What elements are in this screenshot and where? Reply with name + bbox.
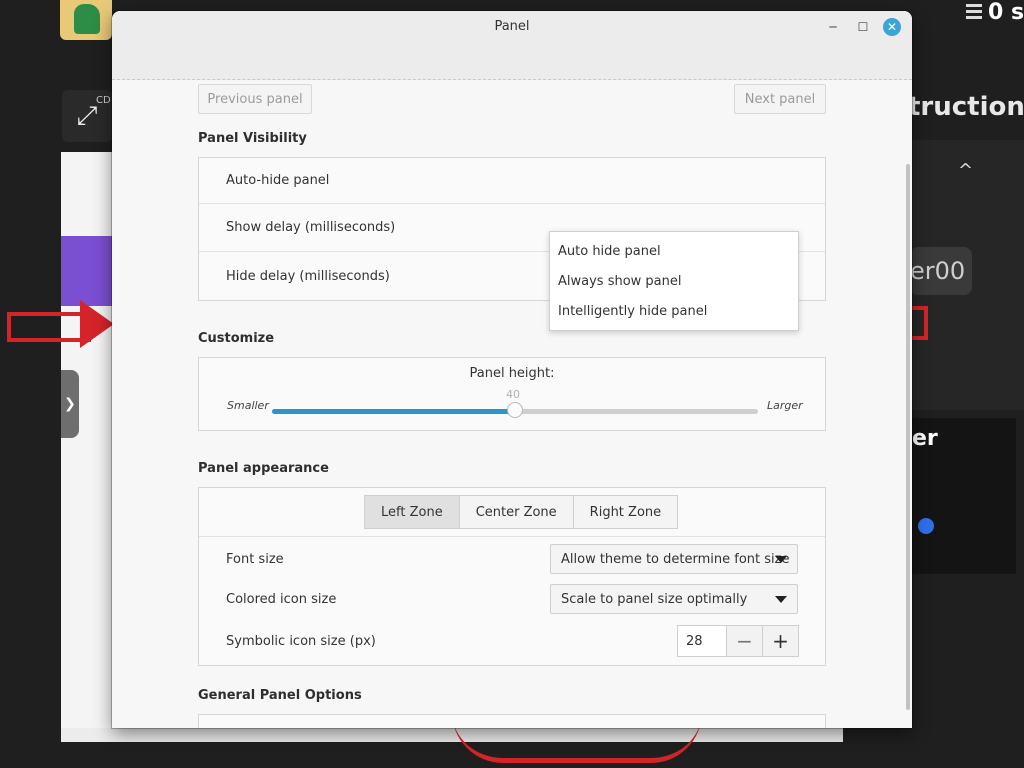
background-instructions-heading: tructions [908,92,1024,122]
slider-larger-label: Larger [767,399,803,412]
autohide-dropdown-menu: Auto hide panel Always show panel Intell… [549,231,799,331]
plus-icon[interactable]: + [763,625,799,657]
menu-item-intelligently-hide[interactable]: Intelligently hide panel [558,304,707,319]
next-panel-button[interactable]: Next panel [734,84,826,114]
panel-appearance-heading: Panel appearance [198,461,329,476]
minus-icon[interactable]: − [727,625,763,657]
dinosaur-icon [74,4,100,34]
red-arrow-head [80,300,114,348]
tab-left-zone[interactable]: Left Zone [364,495,460,529]
symbolic-icon-size-input[interactable]: 28 [677,625,727,657]
red-arrow-annotation [7,312,91,342]
font-size-label: Font size [226,552,284,567]
hide-delay-label: Hide delay (milliseconds) [226,269,390,284]
title-bar[interactable]: Panel ─ ☐ ✕ [112,11,912,80]
maximize-icon[interactable]: ☐ [854,18,872,36]
profile-dot-icon [918,518,934,534]
background-strip [61,728,843,742]
colored-icon-size-select[interactable]: Scale to panel size optimally [550,584,798,614]
symbolic-icon-size-spinner: 28 − + [677,625,799,657]
panel-settings-window: Panel ─ ☐ ✕ Previous panel Next panel Pa… [112,11,912,728]
slider-handle[interactable] [507,402,523,418]
caret-up-icon: ^ [958,160,974,181]
menu-item-auto-hide[interactable]: Auto hide panel [558,244,661,259]
font-size-select[interactable]: Allow theme to determine font size [550,544,798,574]
vertical-scrollbar[interactable] [906,164,910,710]
background-browser-window [61,152,113,742]
general-panel-options-heading: General Panel Options [198,688,362,703]
show-delay-label: Show delay (milliseconds) [226,220,396,235]
minimize-icon[interactable]: ─ [824,18,842,36]
panel-appearance-box: Left Zone Center Zone Right Zone Font si… [198,487,826,666]
customize-heading: Customize [198,331,275,346]
background-cd-label: CD [96,95,111,106]
window-title: Panel [494,19,530,34]
settings-content: Previous panel Next panel Panel Visibili… [112,80,912,728]
panel-height-value: 40 [506,388,520,401]
customize-box: Panel height: Smaller Larger 40 [198,357,826,431]
panel-height-label: Panel height: [469,366,555,381]
tab-center-zone[interactable]: Center Zone [459,495,574,529]
tab-right-zone[interactable]: Right Zone [573,495,679,529]
general-panel-options-box [198,714,826,728]
background-stat: 0 s [966,0,1024,25]
red-box-annotation [910,306,928,340]
dropdown-arrow-icon [775,556,787,563]
background-avatar [60,0,112,40]
menu-item-always-show[interactable]: Always show panel [558,274,682,289]
colored-icon-size-label: Colored icon size [226,592,337,607]
slider-fill [272,409,515,414]
dropdown-arrow-icon [775,596,787,603]
symbolic-icon-size-label: Symbolic icon size (px) [226,634,376,649]
previous-panel-button[interactable]: Previous panel [198,84,312,114]
close-icon[interactable]: ✕ [883,18,901,36]
slider-smaller-label: Smaller [227,399,269,412]
autohide-label: Auto-hide panel [226,173,330,188]
background-username: er00 [910,247,972,295]
list-icon [966,4,982,20]
background-profile-card: er [910,418,1016,574]
panel-visibility-heading: Panel Visibility [198,131,307,146]
zone-tabs: Left Zone Center Zone Right Zone [364,495,679,529]
side-panel-toggle[interactable]: ❯ [61,370,79,438]
